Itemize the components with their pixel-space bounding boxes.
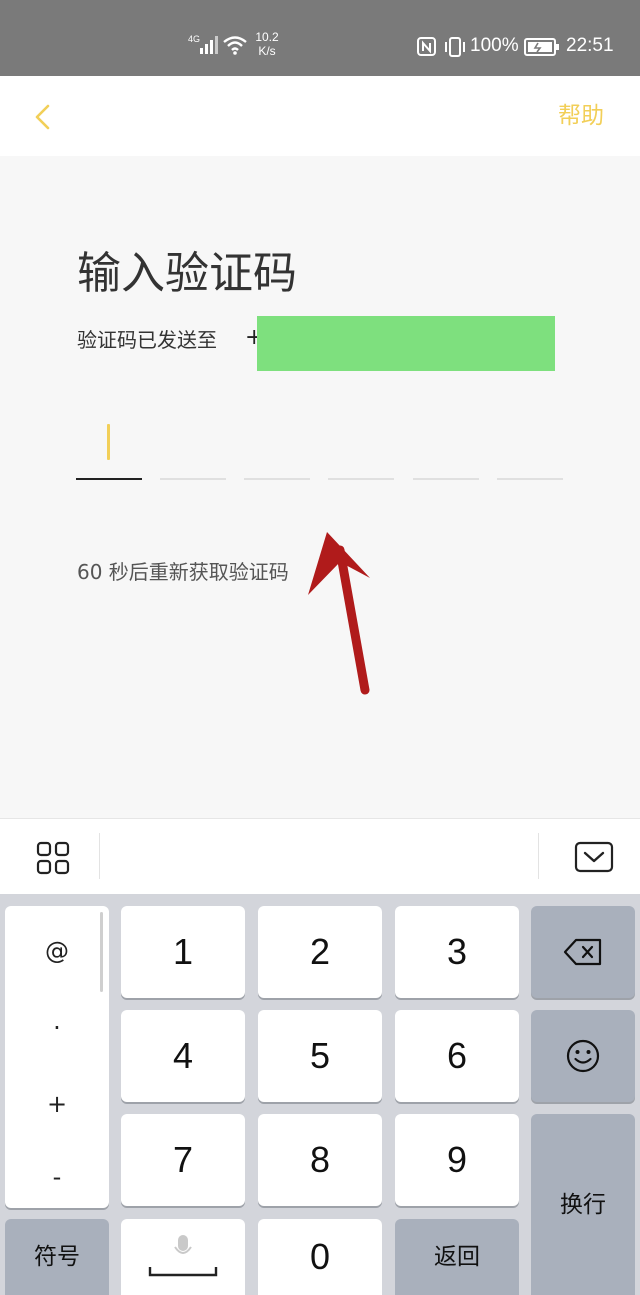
code-input-2[interactable] xyxy=(160,410,226,480)
text-caret xyxy=(107,424,110,460)
battery-percent: 100% xyxy=(470,35,519,56)
key-label: 返回 xyxy=(434,1244,480,1270)
key-2[interactable]: 2 xyxy=(258,906,382,998)
key-label: 6 xyxy=(446,1035,468,1076)
key-6[interactable]: 6 xyxy=(395,1010,519,1102)
code-input-5[interactable] xyxy=(413,410,479,480)
key-label: 换行 xyxy=(560,1191,606,1218)
enter-key[interactable]: 换行 xyxy=(531,1114,635,1295)
signal-icon: 4G xyxy=(188,34,220,56)
key-label: 1 xyxy=(172,931,194,972)
speed-value: 10.2 xyxy=(255,30,279,44)
sent-to-label: 验证码已发送至 xyxy=(77,328,217,352)
symbol-list[interactable]: @ . + - xyxy=(5,906,109,1208)
key-label: 7 xyxy=(172,1139,194,1180)
key-0[interactable]: 0 xyxy=(258,1219,382,1295)
nfc-icon xyxy=(416,36,438,58)
microphone-icon xyxy=(148,1235,218,1277)
keyboard-hide-icon[interactable] xyxy=(574,841,614,875)
code-input-6[interactable] xyxy=(497,410,563,480)
clock: 22:51 xyxy=(566,35,614,56)
back-button[interactable] xyxy=(24,96,64,136)
status-bar: 4G 10.2 K/s 100% 22:51 xyxy=(0,0,640,76)
key-label: 9 xyxy=(446,1139,468,1180)
space-key[interactable] xyxy=(121,1219,245,1295)
toolbar-divider xyxy=(99,833,100,879)
page-title: 输入验证码 xyxy=(77,248,297,299)
key-4[interactable]: 4 xyxy=(121,1010,245,1102)
backspace-icon xyxy=(563,938,602,966)
network-speed: 10.2 K/s xyxy=(250,30,284,58)
symbol-key-plus[interactable]: + xyxy=(5,1089,109,1119)
key-5[interactable]: 5 xyxy=(258,1010,382,1102)
key-3[interactable]: 3 xyxy=(395,906,519,998)
chevron-left-icon xyxy=(35,104,50,130)
key-label: 5 xyxy=(309,1035,331,1076)
symbols-key[interactable]: 符号 xyxy=(5,1219,109,1295)
key-label: 4 xyxy=(172,1035,194,1076)
wifi-icon xyxy=(222,34,248,56)
symbol-key-dot[interactable]: . xyxy=(5,1006,109,1036)
redacted-phone-number xyxy=(257,316,555,371)
keyboard-toolbar xyxy=(0,818,640,894)
key-7[interactable]: 7 xyxy=(121,1114,245,1206)
code-underline xyxy=(160,478,226,480)
key-1[interactable]: 1 xyxy=(121,906,245,998)
code-input-4[interactable] xyxy=(328,410,394,480)
key-label: 符号 xyxy=(34,1244,80,1270)
code-input-1[interactable] xyxy=(76,410,142,480)
key-8[interactable]: 8 xyxy=(258,1114,382,1206)
backspace-key[interactable] xyxy=(531,906,635,998)
return-key[interactable]: 返回 xyxy=(395,1219,519,1295)
top-nav-bar: 帮助 xyxy=(0,76,640,156)
red-arrow-annotation xyxy=(308,532,370,695)
vibrate-icon xyxy=(442,36,468,58)
symbol-key-minus[interactable]: - xyxy=(5,1162,109,1192)
code-input-3[interactable] xyxy=(244,410,310,480)
resend-countdown: 60 秒后重新获取验证码 xyxy=(77,560,289,584)
help-link[interactable]: 帮助 xyxy=(558,102,604,130)
code-underline xyxy=(76,478,142,480)
key-label: 8 xyxy=(309,1139,331,1180)
numeric-keyboard: @ . + - 1 2 3 4 5 6 7 8 9 换行 符号 0 返回 xyxy=(0,894,640,1295)
code-underline xyxy=(244,478,310,480)
key-9[interactable]: 9 xyxy=(395,1114,519,1206)
smiley-icon xyxy=(566,1039,600,1073)
emoji-key[interactable] xyxy=(531,1010,635,1102)
grid-icon[interactable] xyxy=(36,841,70,875)
code-underline xyxy=(328,478,394,480)
key-label: 2 xyxy=(309,931,331,972)
battery-icon xyxy=(524,38,560,56)
code-underline xyxy=(413,478,479,480)
speed-unit: K/s xyxy=(258,44,276,58)
symbol-key-at[interactable]: @ xyxy=(5,936,109,966)
key-label: 3 xyxy=(446,931,468,972)
key-label: 0 xyxy=(309,1236,331,1277)
toolbar-divider xyxy=(538,833,539,879)
code-underline xyxy=(497,478,563,480)
